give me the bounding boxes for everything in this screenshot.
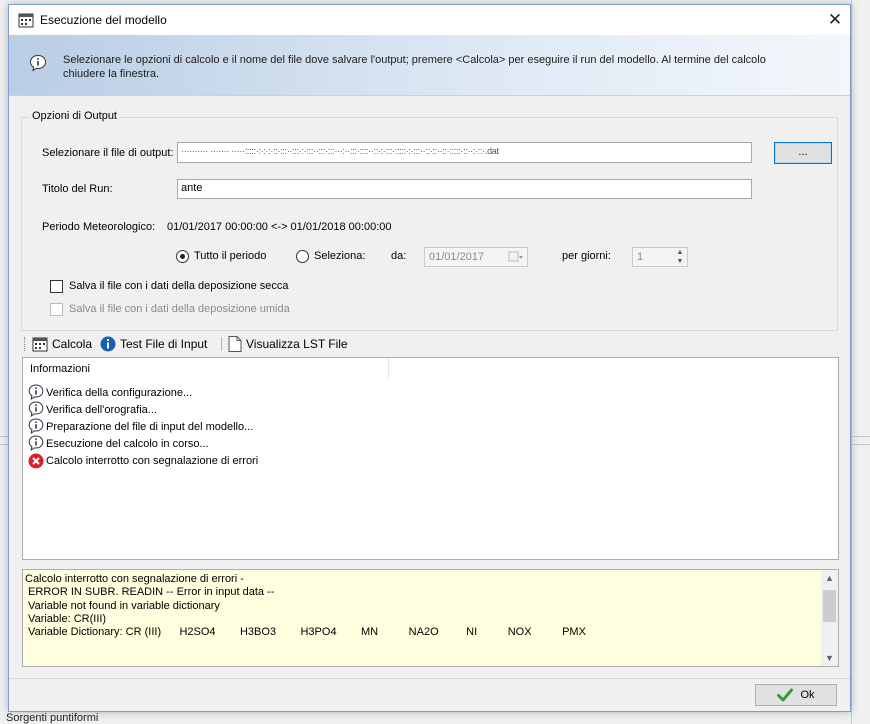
info-icon — [100, 336, 116, 352]
list-item-text: Esecuzione del calcolo in corso... — [46, 437, 209, 450]
list-item-text: Verifica della configurazione... — [46, 386, 193, 399]
vertical-scrollbar[interactable]: ▲ ▼ — [821, 570, 838, 666]
error-line: Calcolo interrotto con segnalazione di e… — [25, 573, 244, 585]
output-file-field[interactable]: ·········· ······· ·····:::::·:·:·:·::·:… — [177, 142, 752, 163]
error-line: ERROR IN SUBR. READIN -- Error in input … — [25, 586, 275, 599]
dialog-footer — [9, 678, 850, 711]
days-stepper[interactable]: 1 ▲ ▼ — [632, 247, 688, 267]
wet-deposition-checkbox[interactable] — [50, 303, 63, 316]
info-balloon-icon — [28, 435, 44, 452]
days-value: 1 — [637, 251, 644, 263]
list-item[interactable]: Calcolo interrotto con segnalazione di e… — [28, 452, 258, 469]
action-toolbar: Calcola Test File di Input Visualizza LS… — [21, 333, 838, 355]
list-item[interactable]: Verifica della configurazione... — [28, 384, 192, 401]
calcola-label: Calcola — [52, 337, 93, 351]
toolbar-grip[interactable] — [24, 337, 27, 351]
list-item[interactable]: Verifica dell'orografia... — [28, 401, 157, 418]
ok-button[interactable]: Ok — [755, 684, 837, 706]
from-date-label: da: — [391, 250, 407, 262]
test-input-label: Test File di Input — [120, 337, 208, 351]
run-model-dialog: Esecuzione del modello ✕ Selezionare le … — [8, 4, 851, 712]
information-header: Informazioni — [23, 358, 389, 379]
calcola-button[interactable]: Calcola — [32, 336, 92, 352]
error-line: Variable: CR(III) — [25, 612, 107, 625]
error-details-textarea[interactable]: Calcolo interrotto con segnalazione di e… — [22, 569, 839, 667]
list-item-text: Preparazione del file di input del model… — [46, 420, 254, 433]
list-item-text: Verifica dell'orografia... — [46, 403, 157, 416]
information-list[interactable]: Informazioni Verifica della configurazio… — [22, 357, 839, 560]
error-icon — [28, 453, 44, 468]
select-period-label[interactable]: Seleziona: — [314, 250, 365, 262]
error-details-text: Calcolo interrotto con segnalazione di e… — [25, 573, 815, 639]
days-label: per giorni: — [562, 250, 611, 262]
view-lst-label: Visualizza LST File — [246, 337, 348, 351]
run-title-input[interactable]: ante — [177, 179, 752, 199]
background-divider — [851, 0, 852, 724]
calendar-dropdown-icon[interactable] — [508, 250, 524, 264]
list-item[interactable]: Preparazione del file di input del model… — [28, 418, 253, 435]
wet-deposition-label: Salva il file con i dati della deposizio… — [69, 303, 290, 315]
instruction-banner: Selezionare le opzioni di calcolo e il n… — [9, 35, 850, 96]
chevron-down-icon[interactable]: ▼ — [673, 257, 687, 266]
met-period-label: Periodo Meteorologico: — [42, 221, 156, 233]
all-period-label[interactable]: Tutto il periodo — [194, 250, 266, 262]
info-balloon-icon — [28, 384, 44, 401]
from-date-picker[interactable]: 01/01/2017 — [424, 247, 528, 267]
dialog-titlebar: Esecuzione del modello ✕ — [9, 5, 850, 35]
checkmark-icon — [777, 688, 794, 702]
run-title-label: Titolo del Run: — [42, 183, 113, 195]
browse-button[interactable]: ... — [774, 142, 832, 164]
info-balloon-icon — [28, 418, 44, 435]
output-options-legend: Opzioni di Output — [30, 110, 119, 122]
dry-deposition-label[interactable]: Salva il file con i dati della deposizio… — [69, 280, 289, 292]
met-period-value: 01/01/2017 00:00:00 <-> 01/01/2018 00:00… — [167, 221, 392, 233]
banner-text: Selezionare le opzioni di calcolo e il n… — [63, 54, 766, 80]
chevron-up-icon[interactable]: ▲ — [673, 248, 687, 257]
document-icon — [228, 336, 242, 352]
background-status-text: Sorgenti puntiformi — [6, 712, 99, 724]
close-button[interactable]: ✕ — [820, 5, 850, 35]
error-line: Variable not found in variable dictionar… — [25, 599, 220, 612]
dry-deposition-checkbox[interactable] — [50, 280, 63, 293]
dialog-title: Esecuzione del modello — [40, 13, 167, 27]
select-period-radio[interactable] — [296, 250, 309, 263]
from-date-value: 01/01/2017 — [429, 251, 485, 263]
calendar-icon — [32, 337, 48, 352]
list-item[interactable]: Esecuzione del calcolo in corso... — [28, 435, 209, 452]
info-balloon-icon — [29, 54, 47, 72]
test-input-button[interactable]: Test File di Input — [100, 336, 207, 352]
error-line: Variable Dictionary: CR (III) H2SO4 H3BO… — [25, 626, 586, 639]
view-lst-button[interactable]: Visualizza LST File — [228, 336, 348, 352]
calendar-icon — [18, 12, 34, 28]
output-file-label: Selezionare il file di output: — [42, 147, 174, 159]
scroll-up-icon[interactable]: ▲ — [821, 570, 838, 586]
scroll-down-icon[interactable]: ▼ — [821, 650, 838, 666]
list-item-text: Calcolo interrotto con segnalazione di e… — [46, 454, 259, 467]
toolbar-separator — [221, 337, 222, 351]
all-period-radio[interactable] — [176, 250, 189, 263]
ok-label: Ok — [800, 689, 815, 701]
info-balloon-icon — [28, 401, 44, 418]
scrollbar-thumb[interactable] — [823, 590, 836, 622]
output-options-group: Opzioni di Output Selezionare il file di… — [21, 110, 838, 331]
